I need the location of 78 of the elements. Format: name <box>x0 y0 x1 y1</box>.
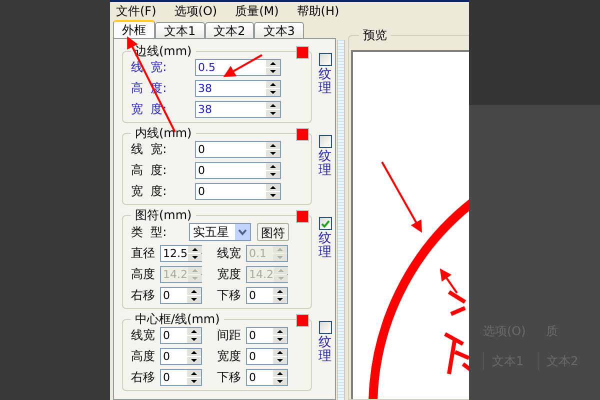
field-label: 高度 <box>131 348 156 365</box>
tab[interactable]: 外框 <box>113 20 155 38</box>
field-label: 下移 <box>217 287 242 304</box>
menu-item[interactable]: 文件(F) <box>116 2 156 20</box>
number-field[interactable]: 0 <box>160 326 202 344</box>
color-swatch[interactable] <box>296 128 309 141</box>
annotation-arrow <box>223 54 262 77</box>
number-field[interactable]: 0 <box>246 348 288 364</box>
spinner-arrows-icon[interactable] <box>187 288 201 302</box>
tab[interactable]: 文本1 <box>155 22 205 38</box>
field-label: 线 宽: <box>131 141 168 158</box>
group-title: 图符(mm) <box>134 209 193 222</box>
field-label: 宽度 <box>217 348 242 365</box>
number-field[interactable]: 38 <box>195 80 281 96</box>
color-swatch[interactable] <box>296 46 309 59</box>
number-field[interactable]: 0 <box>160 348 202 364</box>
field-label: 右移 <box>131 369 156 386</box>
spinner-arrows-icon[interactable] <box>273 370 287 384</box>
number-field[interactable]: 0 <box>195 162 281 178</box>
number-field[interactable]: 0 <box>160 368 202 386</box>
menu-item[interactable]: 帮助(H) <box>296 2 340 20</box>
menu-item[interactable]: 质量(M) <box>235 2 279 20</box>
color-swatch[interactable] <box>296 314 309 327</box>
tab[interactable]: 文本3 <box>254 22 304 38</box>
number-field[interactable]: 0 <box>195 182 281 200</box>
number-field[interactable]: 0 <box>195 140 281 158</box>
field-label: 高度 <box>131 266 156 283</box>
field-label: 宽度 <box>217 266 242 283</box>
symbol-button[interactable]: 图符 <box>257 222 289 240</box>
field-label: 宽 度: <box>131 183 168 200</box>
checkbox[interactable] <box>318 321 332 334</box>
field-label: 线宽 <box>217 245 242 262</box>
group-title: 边线(mm) <box>134 45 193 58</box>
field-label: 下移 <box>217 369 242 386</box>
checkbox[interactable] <box>318 217 332 230</box>
checkbox-label: 纹理 <box>318 336 332 365</box>
spinner-arrows-icon[interactable] <box>266 102 280 116</box>
number-field[interactable]: 38 <box>195 100 281 118</box>
field-label: 类 型: <box>131 224 168 240</box>
check-icon <box>320 220 330 228</box>
field-label: 线宽 <box>131 327 156 344</box>
number-field[interactable]: 0 <box>246 326 288 344</box>
annotation-arrow <box>440 268 458 294</box>
spinner-arrows-icon[interactable] <box>266 60 280 74</box>
checkbox-label: 纹理 <box>318 68 332 97</box>
field-label: 直径 <box>131 245 156 262</box>
group-title: 内线(mm) <box>134 127 193 140</box>
number-field[interactable]: 0 <box>246 286 288 304</box>
checkbox[interactable] <box>318 53 332 66</box>
field-label: 间距 <box>217 327 242 344</box>
spinner-arrows-icon[interactable] <box>266 80 280 96</box>
scrollbar[interactable] <box>337 40 345 400</box>
number-field[interactable]: 0.5 <box>195 58 281 76</box>
preview-title: 预览 <box>362 27 388 44</box>
number-field[interactable]: 0 <box>160 286 202 304</box>
spinner-arrows-icon[interactable] <box>266 142 280 156</box>
menu-item[interactable]: 选项(O) <box>174 2 218 20</box>
checkbox[interactable] <box>318 135 332 148</box>
spinner-arrows-icon[interactable] <box>187 348 201 364</box>
spinner-arrows-icon[interactable] <box>188 246 202 260</box>
spinner-arrows-icon[interactable] <box>266 184 280 198</box>
checkbox-label: 纹理 <box>318 232 332 261</box>
spinner-arrows-icon[interactable] <box>187 328 201 342</box>
spinner-arrows-icon[interactable] <box>266 162 280 178</box>
type-dropdown[interactable]: 实五星 <box>189 222 251 240</box>
annotation-arrow <box>381 162 422 233</box>
group-title: 中心框/线(mm) <box>134 313 221 326</box>
spinner-arrows-icon[interactable] <box>187 370 201 384</box>
field-label: 高 度: <box>131 162 168 179</box>
color-swatch[interactable] <box>296 210 309 223</box>
number-field[interactable]: 0 <box>246 368 288 386</box>
field-label: 右移 <box>131 287 156 304</box>
spinner-arrows-icon[interactable] <box>273 328 287 342</box>
number-field[interactable]: 12.5 <box>160 244 202 262</box>
checkbox-label: 纹理 <box>318 150 332 179</box>
spinner-arrows-icon[interactable] <box>273 288 287 302</box>
spinner-arrows-icon[interactable] <box>273 348 287 364</box>
tab[interactable]: 文本2 <box>204 22 254 38</box>
